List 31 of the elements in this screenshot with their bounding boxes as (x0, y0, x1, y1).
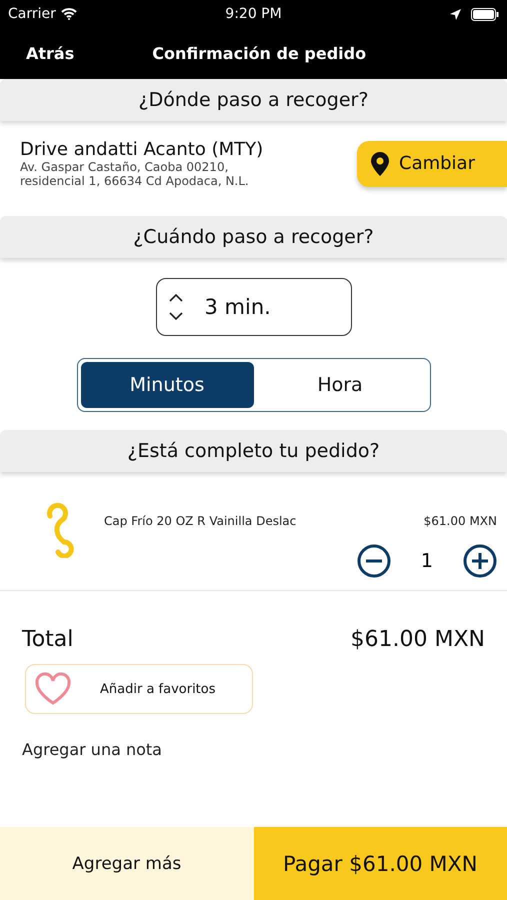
section-header: ¿Está completo tu pedido? (0, 430, 507, 472)
wifi-icon (60, 8, 77, 20)
up-chevron-icon[interactable] (168, 294, 182, 302)
map-pin-icon (371, 152, 389, 176)
clock-time: 9:20 PM (225, 6, 282, 22)
product-name: Cap Frío 20 OZ R Vainilla Deslac (103, 513, 298, 530)
minus-icon[interactable] (356, 544, 391, 578)
time-stepper[interactable]: 3 min. (156, 278, 352, 336)
plus-icon[interactable] (463, 544, 497, 578)
total-amount: $61.00 MXN (350, 627, 485, 652)
heart-icon (34, 672, 72, 706)
store-name: Drive andatti Acanto (MTY) (20, 139, 264, 160)
change-button[interactable]: Cambiar (357, 140, 507, 186)
total-label: Total (22, 627, 74, 652)
section-header: ¿Dónde paso a recoger? (0, 79, 507, 121)
add-more-button[interactable]: Agregar más (0, 827, 254, 900)
location-arrow-icon (450, 8, 461, 20)
pay-button[interactable]: Pagar $61.00 MXN (254, 827, 507, 900)
quantity-value: 1 (420, 550, 433, 572)
note-label[interactable]: Agregar una nota (0, 714, 507, 759)
battery-icon (471, 8, 499, 20)
carrier-label: Carrier (8, 6, 56, 22)
unit-tab[interactable]: Minutos (80, 362, 254, 408)
store-address: Av. Gaspar Castaño, Caoba 00210, residencial 1, 66634 Cd Apodaca, N.L. (20, 160, 250, 188)
section-header: ¿Cuándo paso a recoger? (0, 216, 507, 258)
product-price: $61.00 MXN (424, 514, 497, 528)
time-value: 3 min. (204, 295, 271, 319)
favorite-button[interactable]: Añadir a favoritos (25, 664, 253, 714)
back-button[interactable]: Atrás (26, 44, 74, 63)
down-chevron-icon[interactable] (168, 312, 182, 320)
screen-title: Confirmación de pedido (152, 44, 366, 63)
